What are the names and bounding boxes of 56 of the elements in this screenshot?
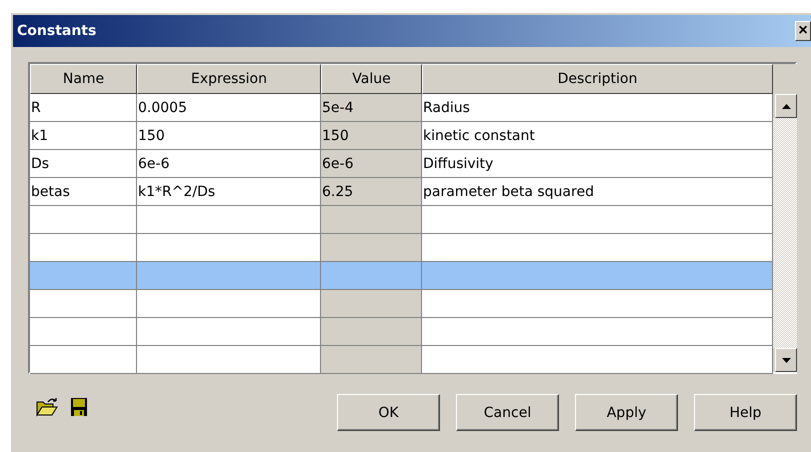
table-cell[interactable] <box>137 262 321 290</box>
table-cell[interactable] <box>422 346 773 374</box>
table-cell[interactable] <box>30 262 137 290</box>
table-cell[interactable] <box>422 290 773 318</box>
scroll-down-button[interactable] <box>775 348 797 372</box>
table-cell[interactable] <box>321 234 422 262</box>
column-header[interactable]: Name <box>30 64 137 94</box>
table-cell[interactable] <box>321 346 422 374</box>
table-cell[interactable]: 6.25 <box>321 178 422 206</box>
table-cell[interactable] <box>30 206 137 234</box>
table-cell[interactable] <box>137 318 321 346</box>
table-cell[interactable] <box>137 290 321 318</box>
table-cell[interactable]: 0.0005 <box>137 94 321 122</box>
table-cell[interactable]: k1*R^2/Ds <box>137 178 321 206</box>
table-cell[interactable] <box>30 234 137 262</box>
dialog-button[interactable]: Apply <box>575 394 678 431</box>
table-cell[interactable]: k1 <box>30 122 137 150</box>
dialog-button[interactable]: Cancel <box>456 394 559 431</box>
table-cell[interactable]: 150 <box>137 122 321 150</box>
table-cell[interactable] <box>321 206 422 234</box>
open-folder-icon[interactable] <box>36 396 58 416</box>
table-cell[interactable] <box>422 234 773 262</box>
dialog-button[interactable]: OK <box>337 394 440 431</box>
close-button[interactable]: × <box>795 21 811 41</box>
down-arrow-icon <box>782 358 790 362</box>
table-cell[interactable] <box>321 290 422 318</box>
up-arrow-icon <box>782 104 790 108</box>
table-cell[interactable] <box>30 318 137 346</box>
table-cell[interactable]: parameter beta squared <box>422 178 773 206</box>
table-cell[interactable] <box>137 206 321 234</box>
table-cell[interactable] <box>422 318 773 346</box>
scroll-up-button[interactable] <box>775 94 797 118</box>
column-header[interactable]: Value <box>321 64 422 94</box>
table-cell[interactable]: R <box>30 94 137 122</box>
scrollbar[interactable] <box>773 64 797 372</box>
table-cell[interactable]: Diffusivity <box>422 150 773 178</box>
table-cell[interactable]: 6e-6 <box>137 150 321 178</box>
table-cell[interactable]: Radius <box>422 94 773 122</box>
window-title: Constants <box>17 23 96 39</box>
column-header[interactable]: Description <box>422 64 773 94</box>
table-cell[interactable]: 5e-4 <box>321 94 422 122</box>
table-cell[interactable]: 150 <box>321 122 422 150</box>
table-cell[interactable] <box>137 346 321 374</box>
table-cell[interactable] <box>137 234 321 262</box>
table-cell[interactable]: Ds <box>30 150 137 178</box>
dialog-button[interactable]: Help <box>694 394 797 431</box>
table-cell[interactable] <box>422 206 773 234</box>
table-cell[interactable] <box>321 262 422 290</box>
table-cell[interactable] <box>30 290 137 318</box>
table-cell[interactable] <box>30 346 137 374</box>
table-cell[interactable]: 6e-6 <box>321 150 422 178</box>
table-cell[interactable] <box>422 262 773 290</box>
table-cell[interactable] <box>321 318 422 346</box>
column-header[interactable]: Expression <box>137 64 321 94</box>
table-cell[interactable]: betas <box>30 178 137 206</box>
table-cell[interactable]: kinetic constant <box>422 122 773 150</box>
